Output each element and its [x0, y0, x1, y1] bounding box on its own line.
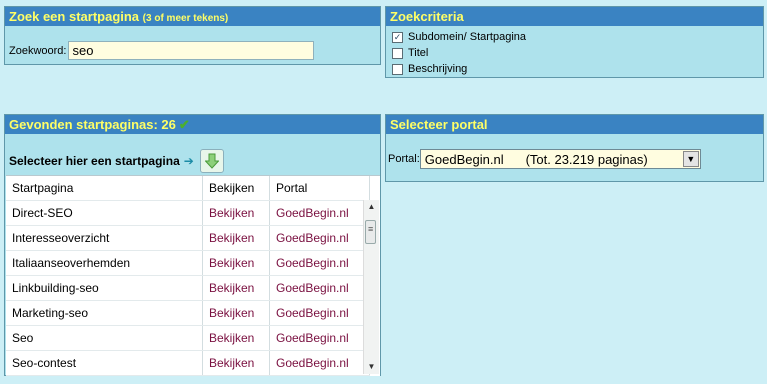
startpage-name: Seo [6, 325, 203, 351]
view-link[interactable]: Bekijken [202, 200, 270, 226]
portal-panel: Selecteer portal Portal: GoedBegin.nl (T… [385, 114, 764, 182]
search-panel: Zoek een startpagina (3 of meer tekens) … [4, 6, 381, 65]
portal-label: Portal: [388, 153, 420, 165]
portal-link[interactable]: GoedBegin.nl [269, 200, 370, 226]
results-count: Gevonden startpaginas: 26 [9, 117, 176, 132]
portal-link[interactable]: GoedBegin.nl [269, 225, 370, 251]
checkbox[interactable] [392, 47, 403, 59]
table-row[interactable]: Marketing-seo Bekijken GoedBegin.nl [6, 300, 370, 326]
arrow-right-icon: ➔ [183, 154, 194, 168]
results-panel-header: Gevonden startpaginas: 26 ✔ [5, 115, 380, 134]
portal-selected-value: GoedBegin.nl [424, 151, 504, 167]
criteria-option[interactable]: Titel [392, 45, 526, 61]
results-panel: Gevonden startpaginas: 26 ✔ Selecteer hie… [4, 114, 381, 376]
view-link[interactable]: Bekijken [202, 225, 270, 251]
scroll-up-icon[interactable]: ▲ [364, 200, 379, 214]
criteria-list: ✓ Subdomein/ Startpagina Titel Beschrijving [392, 29, 526, 77]
view-link[interactable]: Bekijken [202, 275, 270, 301]
criteria-option[interactable]: Beschrijving [392, 61, 526, 77]
portal-link[interactable]: GoedBegin.nl [269, 350, 370, 376]
portal-link[interactable]: GoedBegin.nl [269, 275, 370, 301]
search-label: Zoekwoord: [9, 44, 67, 57]
checkbox[interactable] [392, 63, 403, 75]
portal-page-count: (Tot. 23.219 paginas) [525, 151, 648, 167]
startpage-name: Seo-contest [6, 350, 203, 376]
criteria-panel: Zoekcriteria ✓ Subdomein/ Startpagina Tite… [385, 6, 764, 78]
portal-select[interactable]: GoedBegin.nl (Tot. 23.219 paginas) ▼ [419, 149, 701, 169]
table-row[interactable]: Italiaanseoverhemden Bekijken GoedBegin.nl [6, 250, 370, 276]
arrow-down-icon [204, 153, 219, 169]
startpage-name: Interesseoverzicht [6, 225, 203, 251]
table-row[interactable]: Interesseoverzicht Bekijken GoedBegin.nl [6, 225, 370, 251]
view-link[interactable]: Bekijken [202, 300, 270, 326]
column-header-bekijken[interactable]: Bekijken [202, 176, 270, 201]
portal-panel-header: Selecteer portal [386, 115, 763, 134]
startpage-name: Italiaanseoverhemden [6, 250, 203, 276]
search-input[interactable] [68, 41, 315, 60]
table-header-row: Startpagina Bekijken Portal [6, 176, 370, 201]
check-icon: ✔ [178, 117, 190, 132]
select-startpage-label: Selecteer hier een startpagina [9, 154, 180, 168]
table-row[interactable]: Seo Bekijken GoedBegin.nl [6, 325, 370, 351]
criteria-option[interactable]: ✓ Subdomein/ Startpagina [392, 29, 526, 45]
criteria-option-label: Beschrijving [408, 63, 468, 75]
checkbox[interactable]: ✓ [392, 31, 403, 43]
scrollbar-thumb[interactable] [365, 220, 376, 244]
search-panel-hint: (3 of meer tekens) [142, 13, 229, 24]
criteria-option-label: Titel [408, 47, 429, 59]
search-panel-header: Zoek een startpagina (3 of meer tekens) [5, 7, 380, 26]
view-link[interactable]: Bekijken [202, 325, 270, 351]
portal-link[interactable]: GoedBegin.nl [269, 325, 370, 351]
portal-link[interactable]: GoedBegin.nl [269, 250, 370, 276]
scroll-to-list-button[interactable] [199, 149, 224, 173]
criteria-panel-header: Zoekcriteria [386, 7, 763, 26]
scroll-down-icon[interactable]: ▼ [364, 360, 379, 374]
column-header-portal[interactable]: Portal [269, 176, 370, 201]
table-row[interactable]: Direct-SEO Bekijken GoedBegin.nl [6, 200, 370, 226]
search-panel-title: Zoek een startpagina [9, 9, 140, 24]
startpage-name: Marketing-seo [6, 300, 203, 326]
criteria-option-label: Subdomein/ Startpagina [408, 31, 527, 43]
table-row[interactable]: Linkbuilding-seo Bekijken GoedBegin.nl [6, 275, 370, 301]
portal-link[interactable]: GoedBegin.nl [269, 300, 370, 326]
table-scrollbar[interactable]: ▲ ▼ [363, 200, 379, 374]
startpage-table-wrap: Startpagina Bekijken Portal Direct-SEO Be… [6, 175, 380, 376]
view-link[interactable]: Bekijken [202, 350, 270, 376]
table-row[interactable]: Seo-contest Bekijken GoedBegin.nl [6, 350, 370, 376]
startpage-name: Direct-SEO [6, 200, 203, 226]
dropdown-arrow-icon[interactable]: ▼ [682, 151, 699, 167]
view-link[interactable]: Bekijken [202, 250, 270, 276]
startpage-name: Linkbuilding-seo [6, 275, 203, 301]
startpage-table: Startpagina Bekijken Portal Direct-SEO Be… [6, 176, 370, 376]
column-header-startpagina[interactable]: Startpagina [6, 176, 203, 201]
